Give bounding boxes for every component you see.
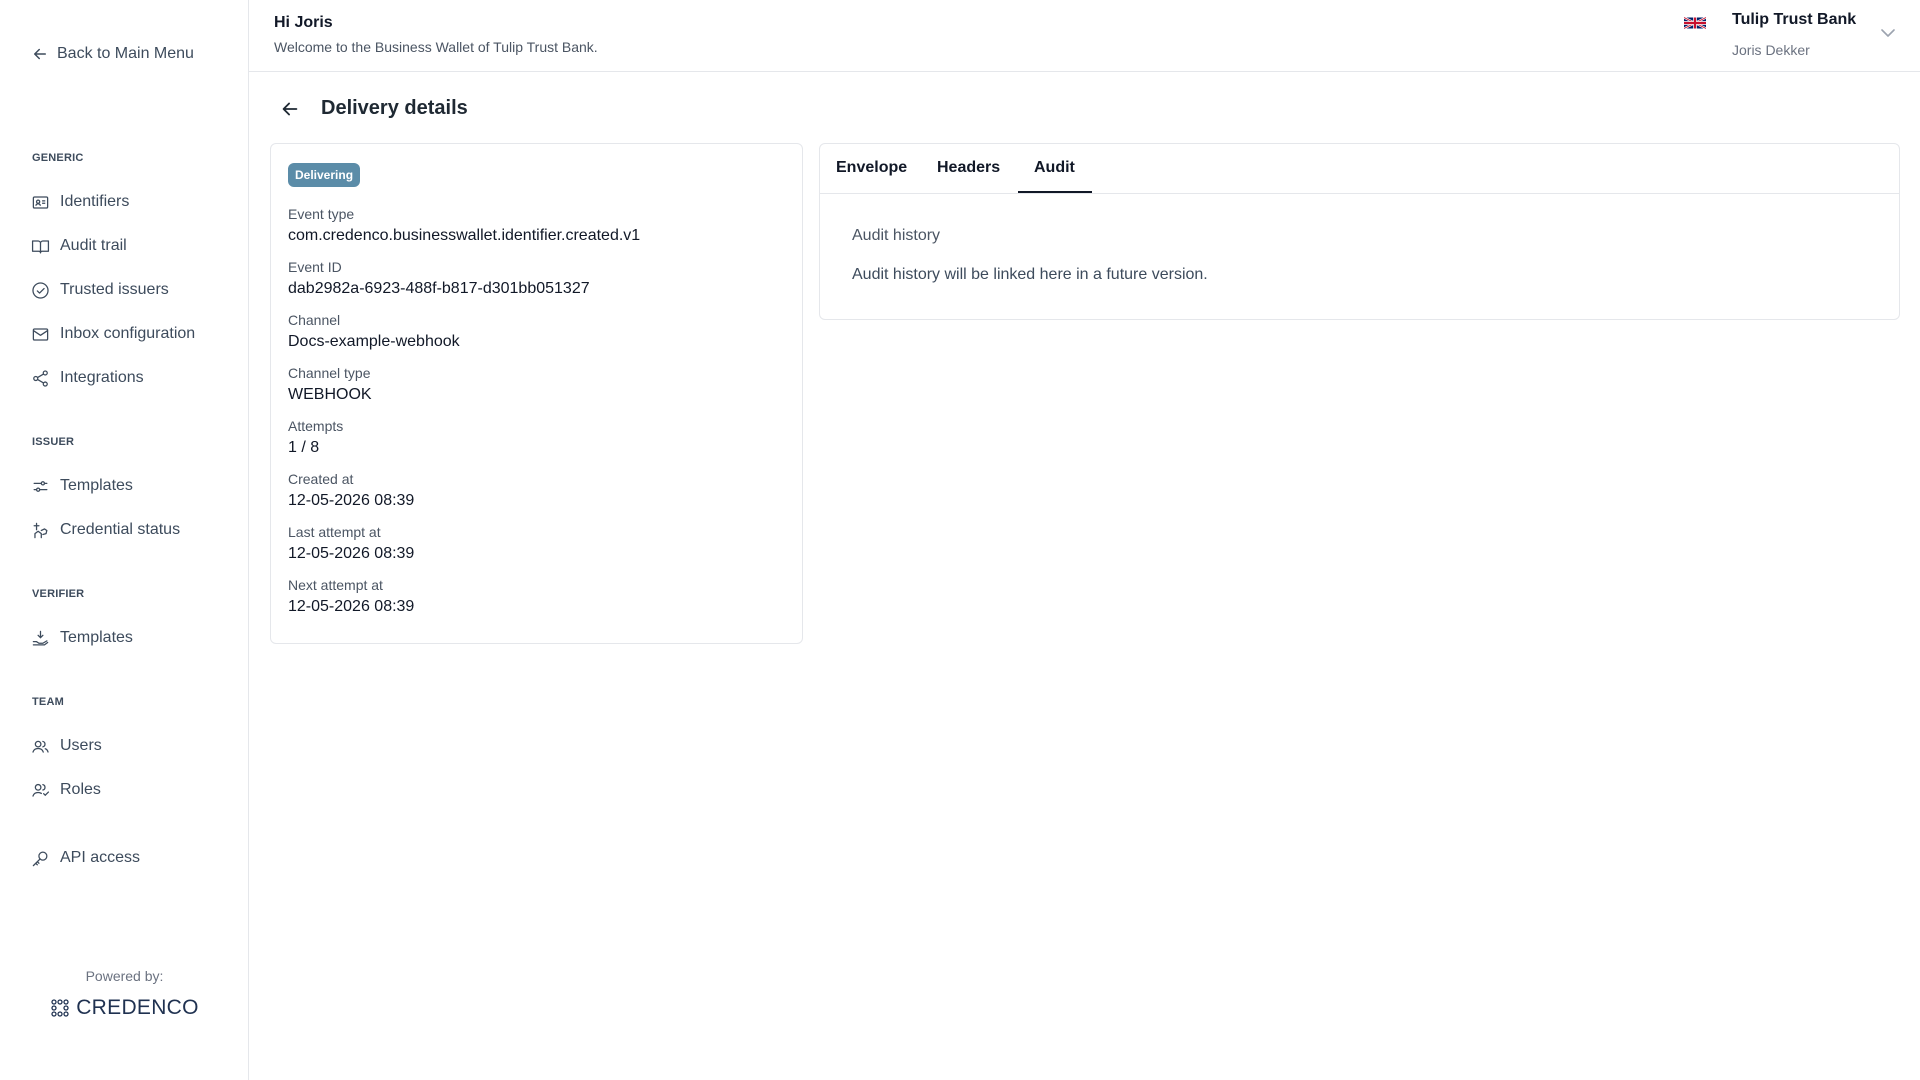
field-label-channel-type: Channel type bbox=[288, 365, 371, 381]
audit-history-message: Audit history will be linked here in a f… bbox=[852, 266, 1208, 283]
field-label-channel: Channel bbox=[288, 312, 341, 328]
field-value-last-attempt-at: 12-05-2026 08:39 bbox=[288, 545, 415, 562]
sidebar-item-label: Integrations bbox=[60, 369, 144, 386]
arrow-left-icon bbox=[34, 48, 46, 60]
field-label-next-attempt-at: Next attempt at bbox=[288, 577, 383, 593]
sidebar-item-label: Templates bbox=[60, 629, 133, 646]
organization-name: Tulip Trust Bank bbox=[1732, 11, 1857, 28]
sidebar-item-credential-status[interactable]: Credential status bbox=[31, 518, 180, 542]
field-value-next-attempt-at: 12-05-2026 08:39 bbox=[288, 598, 415, 615]
active-tab-indicator bbox=[1018, 191, 1092, 193]
sidebar-item-issuer-templates[interactable]: Templates bbox=[31, 474, 133, 498]
field-value-event-type: com.credenco.businesswallet.identifier.c… bbox=[288, 227, 641, 244]
sidebar-item-trusted-issuers[interactable]: Trusted issuers bbox=[31, 278, 169, 302]
field-label-event-id: Event ID bbox=[288, 259, 342, 275]
users-icon bbox=[32, 740, 49, 753]
delivery-details-card: Delivering Event type com.credenco.busin… bbox=[270, 143, 803, 644]
field-label-attempts: Attempts bbox=[288, 418, 344, 434]
section-label-generic: GENERIC bbox=[32, 152, 84, 164]
field-label-event-type: Event type bbox=[288, 206, 355, 222]
sidebar-item-label: Roles bbox=[60, 781, 101, 798]
page-header: Delivery details bbox=[279, 97, 468, 120]
section-label-team: TEAM bbox=[32, 696, 64, 708]
hand-badge-icon bbox=[33, 522, 48, 538]
field-value-event-id: dab2982a-6923-488f-b817-d301bb051327 bbox=[288, 280, 590, 297]
brand-name: CREDENCO bbox=[76, 996, 199, 1019]
sidebar-item-label: Audit trail bbox=[60, 237, 127, 254]
share-nodes-icon bbox=[33, 369, 48, 387]
audit-history-title: Audit history bbox=[852, 227, 941, 244]
field-value-channel: Docs-example-webhook bbox=[288, 333, 460, 350]
credenco-logo: CREDENCO bbox=[0, 996, 249, 1020]
organization-switcher[interactable]: Tulip Trust Bank Joris Dekker bbox=[1660, 0, 1920, 72]
tab-headers[interactable]: Headers bbox=[937, 159, 1000, 177]
sidebar-item-audit-trail[interactable]: Audit trail bbox=[31, 234, 127, 258]
sidebar-item-identifiers[interactable]: Identifiers bbox=[31, 190, 129, 214]
sidebar-item-label: Inbox configuration bbox=[60, 325, 196, 342]
back-to-main-menu-label: Back to Main Menu bbox=[57, 45, 194, 62]
greeting: Hi Joris bbox=[274, 14, 333, 31]
tabs-card: Envelope Headers Audit Audit history Aud… bbox=[819, 143, 1900, 320]
field-label-created-at: Created at bbox=[288, 471, 354, 487]
tab-bar: Envelope Headers Audit bbox=[820, 144, 1899, 194]
sidebar-item-label: Users bbox=[60, 737, 102, 754]
sidebar-item-label: API access bbox=[60, 849, 141, 866]
back-to-main-menu-link[interactable]: Back to Main Menu bbox=[31, 45, 194, 63]
powered-by-label: Powered by: bbox=[85, 968, 164, 984]
check-circle-icon bbox=[32, 281, 49, 299]
sidebar-item-label: Templates bbox=[60, 477, 133, 494]
sidebar: Back to Main Menu GENERIC Identifiers Au… bbox=[0, 0, 249, 1080]
user-name: Joris Dekker bbox=[1732, 42, 1810, 58]
field-value-created-at: 12-05-2026 08:39 bbox=[288, 492, 415, 509]
key-icon bbox=[32, 851, 48, 866]
user-roles-icon bbox=[32, 783, 50, 797]
field-label-last-attempt-at: Last attempt at bbox=[288, 524, 381, 540]
status-badge: Delivering bbox=[288, 163, 361, 187]
uk-flag-icon bbox=[1684, 16, 1706, 30]
tab-audit[interactable]: Audit bbox=[1034, 159, 1075, 177]
sidebar-item-roles[interactable]: Roles bbox=[31, 778, 101, 802]
sidebar-item-label: Credential status bbox=[60, 521, 181, 538]
top-bar: Hi Joris Welcome to the Business Wallet … bbox=[249, 0, 1920, 72]
section-label-verifier: VERIFIER bbox=[32, 588, 85, 600]
page-title: Delivery details bbox=[321, 97, 468, 119]
hand-receive-icon bbox=[32, 630, 49, 645]
back-arrow-icon[interactable] bbox=[279, 98, 301, 120]
credenco-logo-icon bbox=[51, 999, 69, 1017]
id-card-icon bbox=[32, 195, 49, 209]
field-value-attempts: 1 / 8 bbox=[288, 439, 320, 456]
chevron-down-icon bbox=[1881, 29, 1895, 37]
mail-icon bbox=[32, 327, 49, 341]
book-open-icon bbox=[31, 239, 50, 253]
field-value-channel-type: WEBHOOK bbox=[288, 386, 372, 403]
sidebar-item-label: Identifiers bbox=[60, 193, 130, 210]
sliders-icon bbox=[33, 480, 48, 492]
sidebar-item-users[interactable]: Users bbox=[31, 734, 102, 758]
sidebar-item-verifier-templates[interactable]: Templates bbox=[31, 626, 133, 650]
tab-envelope[interactable]: Envelope bbox=[836, 159, 907, 177]
sidebar-item-integrations[interactable]: Integrations bbox=[31, 366, 144, 390]
welcome-message: Welcome to the Business Wallet of Tulip … bbox=[274, 39, 598, 55]
sidebar-item-api-access[interactable]: API access bbox=[31, 846, 140, 870]
sidebar-item-label: Trusted issuers bbox=[60, 281, 169, 298]
sidebar-item-inbox-configuration[interactable]: Inbox configuration bbox=[31, 322, 195, 346]
section-label-issuer: ISSUER bbox=[32, 436, 75, 448]
